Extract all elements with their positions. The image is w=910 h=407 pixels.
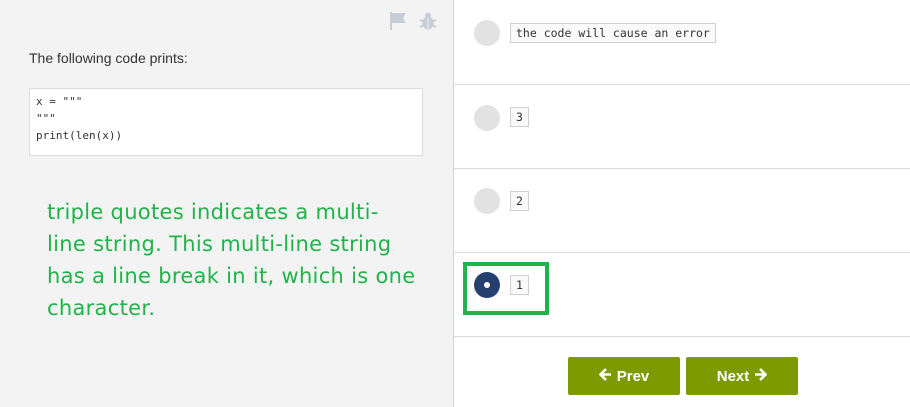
next-button[interactable]: Next [686, 357, 798, 395]
radio-button-selected[interactable] [474, 272, 500, 298]
answer-panel: the code will cause an error 3 2 1 Prev … [453, 0, 910, 407]
prev-label: Prev [616, 367, 650, 385]
code-line: """ [36, 112, 56, 125]
code-line: x = """ [36, 95, 83, 108]
prev-button[interactable]: Prev [568, 357, 680, 395]
next-label: Next [716, 367, 750, 385]
annotation-note: triple quotes indicates a multi-line str… [47, 200, 416, 320]
question-panel: The following code prints: x = """ """ p… [0, 0, 453, 407]
code-block: x = """ """ print(len(x)) [29, 88, 423, 156]
arrow-left-icon [598, 367, 612, 385]
radio-button[interactable] [474, 20, 500, 46]
question-prompt: The following code prints: [29, 50, 188, 66]
answer-option-error[interactable]: the code will cause an error [454, 0, 910, 85]
answer-option-3[interactable]: 3 [454, 85, 910, 169]
code-line: print(len(x)) [36, 129, 123, 142]
navigation-buttons: Prev Next [568, 357, 798, 395]
question-toolbar [387, 10, 439, 32]
answer-option-1[interactable]: 1 [454, 253, 910, 337]
radio-button[interactable] [474, 188, 500, 214]
answer-option-2[interactable]: 2 [454, 169, 910, 253]
bug-icon[interactable] [417, 10, 439, 32]
arrow-right-icon [754, 367, 768, 385]
option-label: the code will cause an error [510, 23, 716, 43]
option-label: 3 [510, 107, 529, 127]
option-label: 2 [510, 191, 529, 211]
option-label: 1 [510, 275, 529, 295]
flag-icon[interactable] [387, 10, 409, 32]
radio-button[interactable] [474, 105, 500, 131]
